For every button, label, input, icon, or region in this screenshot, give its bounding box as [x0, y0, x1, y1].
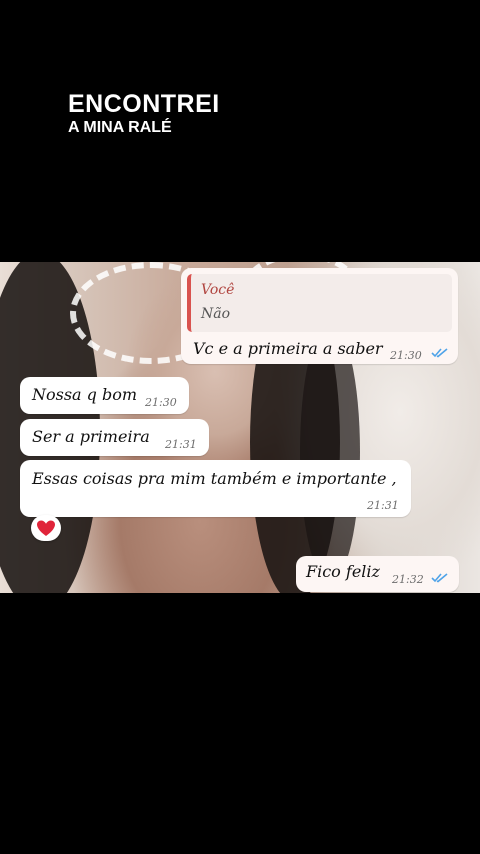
message-bubble-incoming-2[interactable]: Ser a primeira 21:31 — [20, 419, 209, 456]
message-bubble-incoming-1[interactable]: Nossa q bom 21:30 — [20, 377, 189, 414]
message-time: 21:31 — [367, 499, 399, 512]
double-check-icon — [431, 573, 448, 583]
message-time: 21:32 — [392, 573, 424, 586]
red-heart-icon — [37, 520, 55, 536]
message-bubble-outgoing-2[interactable]: Fico feliz 21:32 — [296, 556, 459, 592]
message-reaction[interactable] — [31, 515, 61, 541]
message-bubble-outgoing-1[interactable]: Você Não Vc e a primeira a saber 21:30 — [181, 268, 458, 364]
message-text: Essas coisas pra mim também e importante… — [32, 469, 397, 488]
message-time: 21:31 — [165, 438, 197, 451]
message-time: 21:30 — [390, 349, 422, 362]
video-caption: ENCONTREI A MINA RALÉ — [68, 90, 220, 138]
quoted-text: Não — [201, 306, 231, 322]
caption-line-2: A MINA RALÉ — [68, 119, 172, 136]
chat-screenshot-background-photo: Você Não Vc e a primeira a saber 21:30 N… — [0, 262, 480, 593]
message-time: 21:30 — [145, 396, 177, 409]
message-text: Ser a primeira — [32, 427, 150, 446]
double-check-icon — [431, 348, 448, 358]
message-text: Nossa q bom — [32, 385, 138, 404]
message-bubble-incoming-3[interactable]: Essas coisas pra mim também e importante… — [20, 460, 411, 517]
quoted-author: Você — [201, 282, 235, 298]
caption-line-1: ENCONTREI — [68, 90, 220, 118]
quoted-message[interactable]: Você Não — [187, 274, 452, 332]
message-text: Vc e a primeira a saber — [193, 339, 383, 358]
message-text: Fico feliz — [306, 562, 380, 581]
